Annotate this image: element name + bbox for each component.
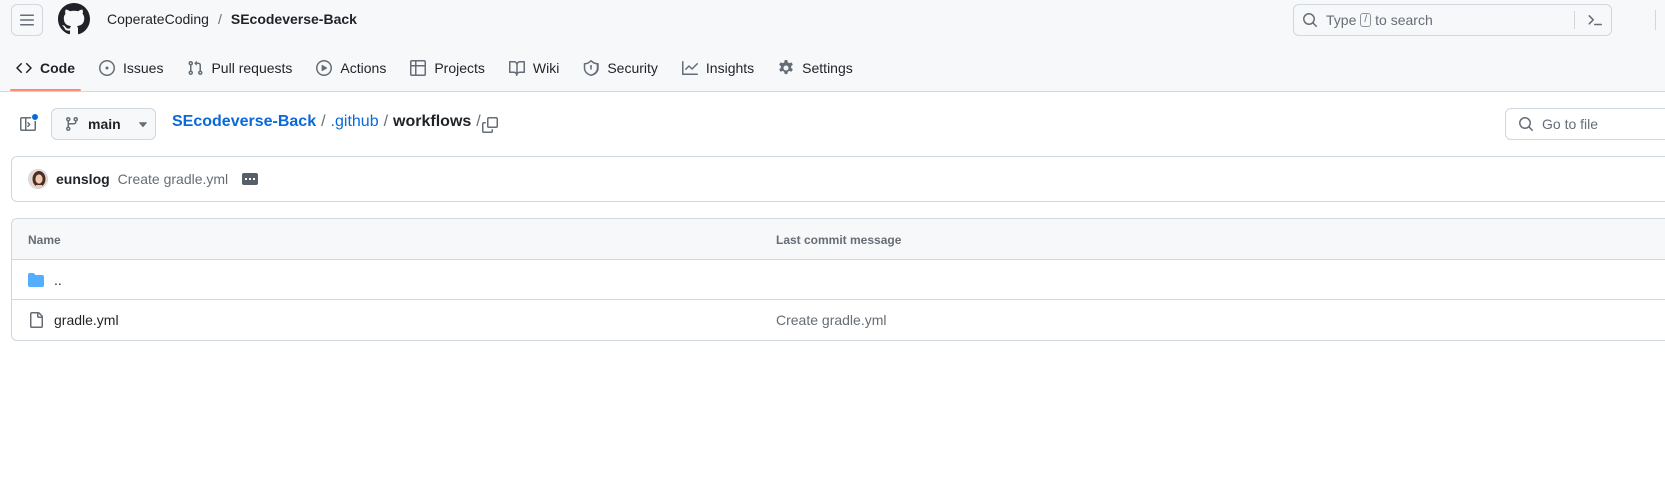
tab-actions-label: Actions: [340, 60, 387, 76]
search-placeholder: Type / to search: [1326, 12, 1433, 28]
tab-security-label: Security: [607, 60, 658, 76]
tab-code-label: Code: [40, 60, 75, 76]
notification-dot: [31, 113, 39, 121]
file-table: Name Last commit message .. gradle.yml C…: [11, 218, 1665, 341]
graph-icon: [681, 61, 698, 75]
column-header-name: Name: [28, 233, 61, 247]
column-header-commit-message: Last commit message: [776, 233, 902, 247]
commit-details-button[interactable]: [242, 173, 259, 185]
branch-name: main: [88, 116, 121, 132]
book-icon: [508, 60, 525, 76]
row-commit-message[interactable]: Create gradle.yml: [776, 312, 887, 328]
menu-button[interactable]: [11, 4, 43, 36]
user-avatar-icon: [29, 170, 47, 188]
shield-icon: [584, 60, 600, 76]
tab-code[interactable]: Code: [8, 50, 83, 91]
tab-projects[interactable]: Projects: [402, 50, 493, 86]
avatar[interactable]: [28, 169, 48, 189]
command-palette-icon[interactable]: [1587, 12, 1603, 28]
copy-icon: [482, 117, 498, 133]
path-github-link[interactable]: .github: [331, 113, 379, 131]
path-separator: /: [321, 113, 326, 130]
commit-message-link[interactable]: Create gradle.yml: [118, 171, 229, 187]
repo-nav: Code Issues Pull requests Actions Projec…: [8, 50, 869, 91]
tab-issues-label: Issues: [123, 60, 164, 76]
tab-wiki[interactable]: Wiki: [501, 50, 567, 86]
commit-author-link[interactable]: eunslog: [56, 171, 110, 187]
table-row[interactable]: ..: [12, 260, 1665, 300]
github-logo-icon[interactable]: [58, 3, 90, 35]
tab-insights[interactable]: Insights: [674, 50, 762, 86]
header-divider: [1655, 10, 1656, 30]
file-icon: [30, 312, 43, 328]
search-shortcut-key: /: [1360, 13, 1372, 27]
file-tree-toggle-button[interactable]: [14, 110, 42, 138]
repo-breadcrumb: CoperateCoding / SEcodeverse-Back: [107, 11, 357, 27]
path-repo-link[interactable]: SEcodeverse-Back: [172, 113, 316, 131]
table-icon: [410, 60, 427, 76]
parent-directory-link[interactable]: ..: [54, 272, 62, 288]
tab-settings-label: Settings: [802, 60, 853, 76]
git-pull-request-icon: [188, 60, 203, 76]
breadcrumb-separator: /: [217, 11, 222, 27]
triangle-down-icon: [138, 122, 147, 128]
tab-actions[interactable]: Actions: [308, 50, 394, 86]
folder-icon: [28, 273, 44, 287]
git-branch-icon: [66, 116, 78, 132]
owner-link[interactable]: CoperateCoding: [107, 11, 209, 27]
path-current-dir: workflows: [393, 113, 472, 130]
path-separator: /: [383, 113, 389, 130]
app-header: CoperateCoding / SEcodeverse-Back Type /…: [0, 0, 1665, 92]
tab-insights-label: Insights: [705, 60, 755, 76]
latest-commit-box: eunslog Create gradle.yml: [11, 156, 1665, 202]
tab-issues[interactable]: Issues: [91, 50, 171, 86]
tab-pull-requests[interactable]: Pull requests: [179, 50, 300, 86]
search-divider: [1574, 11, 1575, 29]
hamburger-icon: [20, 14, 34, 26]
search-prefix: Type: [1326, 12, 1357, 28]
gear-icon: [779, 60, 793, 75]
go-to-file-placeholder: Go to file: [1542, 116, 1599, 132]
table-header: Name Last commit message: [12, 219, 1665, 260]
tab-wiki-label: Wiki: [532, 60, 560, 76]
tab-settings[interactable]: Settings: [770, 50, 861, 86]
search-input[interactable]: Type / to search: [1293, 4, 1612, 36]
search-icon: [1519, 117, 1533, 131]
tab-pull-requests-label: Pull requests: [211, 60, 293, 76]
tab-projects-label: Projects: [434, 60, 485, 76]
copy-path-button[interactable]: [476, 111, 504, 139]
tab-security[interactable]: Security: [575, 50, 666, 86]
file-name-link[interactable]: gradle.yml: [54, 312, 119, 328]
branch-selector-button[interactable]: main: [51, 108, 156, 140]
file-path-breadcrumb: SEcodeverse-Back / .github / workflows /: [172, 113, 486, 131]
search-icon: [1303, 13, 1317, 27]
issue-opened-icon: [99, 60, 115, 76]
table-row[interactable]: gradle.yml Create gradle.yml: [12, 300, 1665, 340]
repo-link[interactable]: SEcodeverse-Back: [231, 11, 357, 27]
play-icon: [316, 60, 333, 76]
search-suffix: to search: [1375, 12, 1433, 28]
code-icon: [16, 62, 32, 74]
go-to-file-input[interactable]: Go to file: [1505, 108, 1665, 140]
